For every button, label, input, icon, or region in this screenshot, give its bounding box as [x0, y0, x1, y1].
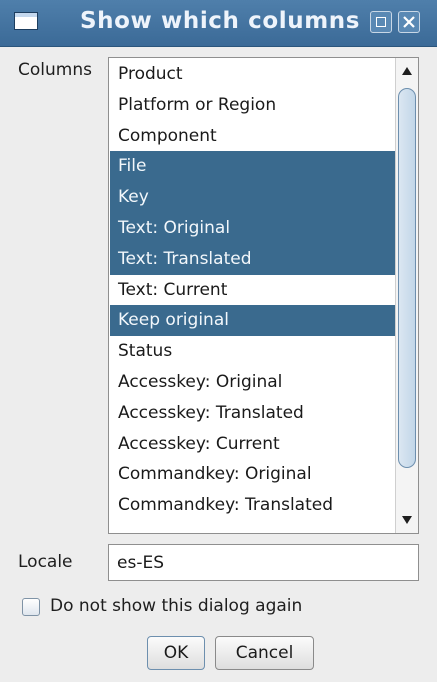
window-icon[interactable] — [14, 12, 38, 30]
column-list-item[interactable]: Text: Current — [110, 275, 395, 306]
column-list-item[interactable]: Platform or Region — [110, 90, 395, 121]
column-list-item[interactable]: Accesskey: Original — [110, 367, 395, 398]
dont-show-again-checkbox[interactable] — [22, 598, 40, 616]
cancel-button[interactable]: Cancel — [215, 636, 314, 670]
column-list-item[interactable]: Accesskey: Translated — [110, 398, 395, 429]
vertical-scrollbar[interactable] — [395, 58, 418, 533]
locale-label: Locale — [18, 552, 73, 572]
close-button[interactable] — [398, 11, 420, 33]
column-list-item[interactable]: Commandkey: Original — [110, 459, 395, 490]
ok-button[interactable]: OK — [147, 636, 205, 670]
scroll-down-button[interactable] — [396, 509, 418, 531]
column-list-item[interactable]: Keep original — [110, 305, 395, 337]
columns-list[interactable]: Product Platform or Region Component File Ke… — [108, 57, 419, 534]
column-list-item[interactable]: Status — [110, 336, 395, 367]
locale-input[interactable] — [108, 544, 419, 581]
window-title: Show which columns — [80, 8, 361, 34]
column-list-item[interactable]: Text: Translated — [110, 243, 395, 275]
title-bar[interactable]: Show which columns — [0, 0, 437, 47]
column-list-item[interactable]: Key — [110, 182, 395, 214]
maximize-button[interactable] — [370, 11, 392, 33]
column-list-item[interactable]: Text: Original — [110, 213, 395, 244]
column-list-item[interactable]: Accesskey: Current — [110, 429, 395, 460]
close-icon — [403, 16, 415, 28]
arrow-down-icon — [402, 516, 412, 524]
scroll-up-button[interactable] — [396, 60, 418, 82]
scrollbar-thumb[interactable] — [398, 88, 416, 468]
dont-show-again-label[interactable]: Do not show this dialog again — [50, 596, 302, 616]
column-list-item[interactable]: Component — [110, 121, 395, 152]
column-list-item[interactable]: Commandkey: Translated — [110, 490, 395, 521]
column-list-item[interactable]: Product — [110, 59, 395, 90]
arrow-up-icon — [402, 67, 412, 75]
columns-label: Columns — [18, 60, 92, 80]
column-list-item[interactable]: File — [110, 151, 395, 183]
